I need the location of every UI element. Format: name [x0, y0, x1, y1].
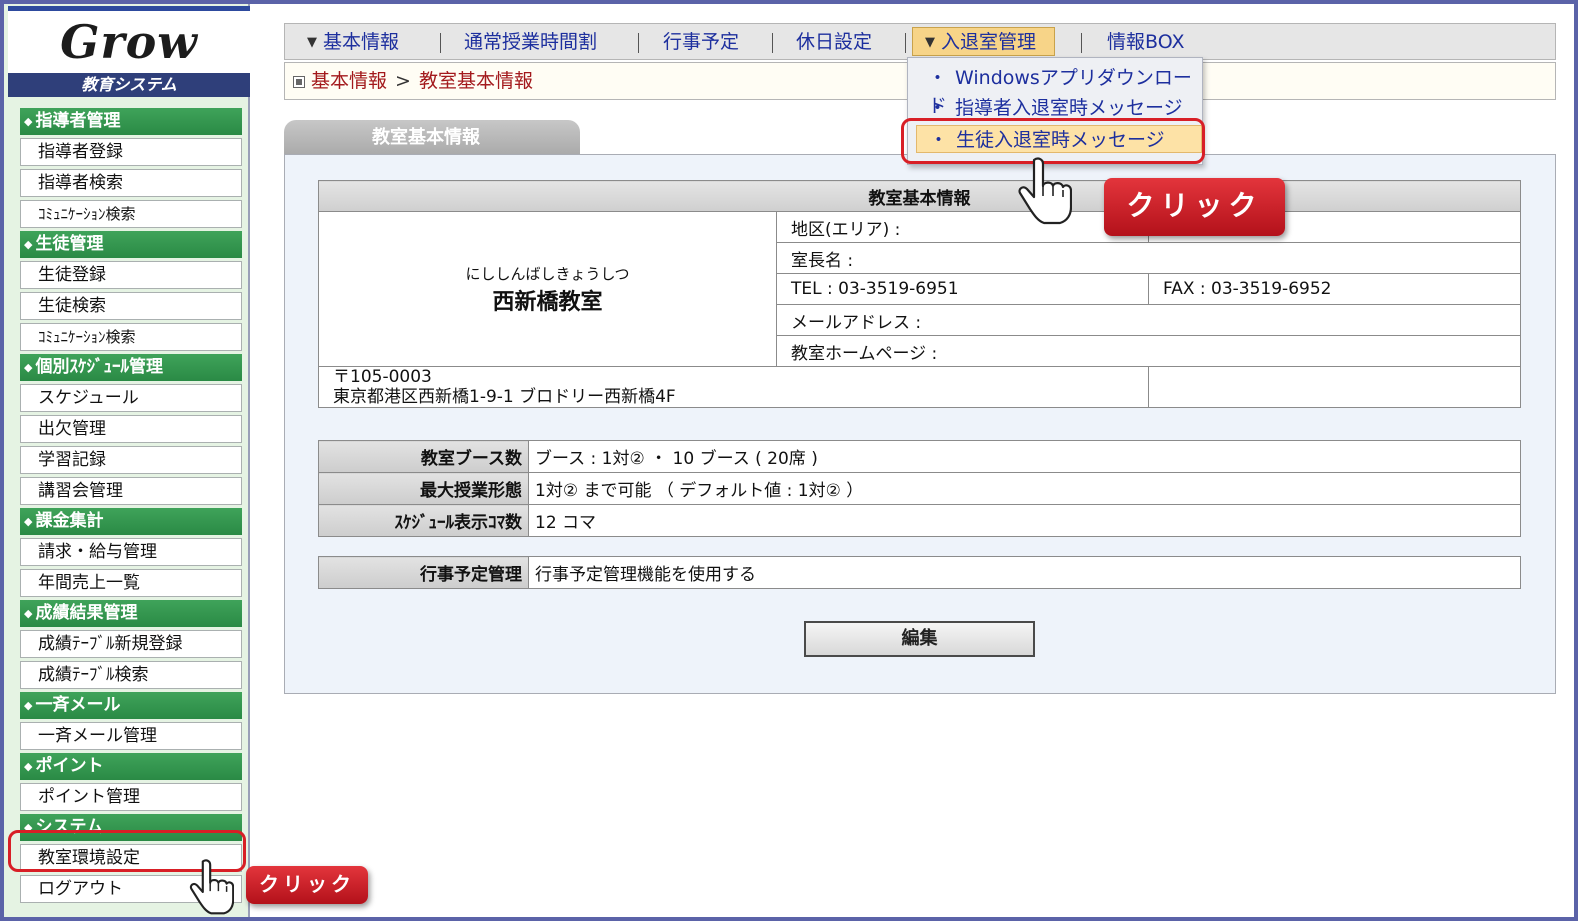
diamond-icon: ◆: [24, 699, 33, 712]
nav-divider: [772, 33, 773, 53]
pointer-hand-icon: [189, 859, 234, 915]
menu-section-instructor: ◆ 指導者管理: [20, 108, 242, 135]
nav-divider: [905, 33, 906, 53]
sidebar-item-schedule[interactable]: スケジュール: [20, 384, 242, 412]
diamond-icon: ◆: [24, 760, 33, 773]
menu-section-points: ◆ ポイント: [20, 753, 242, 780]
sidebar-item-seminar[interactable]: 講習会管理: [20, 477, 242, 505]
logo-brand: Grow: [60, 15, 198, 69]
click-callout-dropdown: クリック: [1104, 178, 1285, 236]
sidebar-item-billing-payroll[interactable]: 請求・給与管理: [20, 538, 242, 566]
school-name-cell: にししんばしきょうしつ 西新橋教室: [318, 211, 777, 367]
tab-info-box[interactable]: 情報BOX: [1107, 24, 1184, 59]
classroom-info-table: 教室基本情報 にししんばしきょうしつ 西新橋教室 地区(エリア) : 室長名 :…: [318, 180, 1521, 408]
menu-section-student: ◆ 生徒管理: [20, 231, 242, 258]
school-kana: にししんばしきょうしつ: [465, 264, 630, 283]
tab-events[interactable]: 行事予定: [663, 24, 739, 59]
fax-value: FAX : 03-3519-6952: [1148, 273, 1521, 305]
top-nav: ▼ 基本情報 通常授業時間割 行事予定 休日設定 ▼ 入退室管理 情報BOX: [284, 23, 1556, 60]
sidebar-item-study-record[interactable]: 学習記録: [20, 446, 242, 474]
sidebar-item-grade-table-search[interactable]: 成績ﾃｰﾌﾞﾙ検索: [20, 661, 242, 689]
logo: Grow 教育システム: [8, 6, 250, 97]
max-class-format-value: 1対② まで可能 （ デフォルト値 : 1対② ）: [528, 472, 1521, 505]
table-row: 最大授業形態 1対② まで可能 （ デフォルト値 : 1対② ）: [318, 472, 1521, 505]
diamond-icon: ◆: [24, 607, 33, 620]
booth-count-label: 教室ブース数: [318, 440, 529, 473]
dropdown-item-windows-app[interactable]: ・ Windowsアプリダウンロード: [916, 64, 1202, 117]
tab-regular-timetable[interactable]: 通常授業時間割: [464, 24, 597, 59]
square-bullet-icon: [293, 76, 305, 88]
sidebar-item-instructor-register[interactable]: 指導者登録: [20, 138, 242, 166]
diamond-icon: ◆: [24, 361, 33, 374]
sidebar-item-instructor-search[interactable]: 指導者検索: [20, 169, 242, 197]
schedule-slots-value: 12 コマ: [528, 504, 1521, 537]
max-class-format-label: 最大授業形態: [318, 472, 529, 505]
address-line: 東京都港区西新橋1-9-1 ブロドリー西新橋4F: [333, 387, 676, 407]
diamond-icon: ◆: [24, 515, 33, 528]
sidebar-item-points[interactable]: ポイント管理: [20, 783, 242, 811]
table-row: ｽｹｼﾞｭｰﾙ表示ｺﾏ数 12 コマ: [318, 504, 1521, 537]
info-table-header: 教室基本情報: [318, 180, 1521, 212]
sidebar-item-instructor-comm-search[interactable]: ｺﾐｭﾆｹｰｼｮﾝ検索: [20, 200, 242, 228]
sidebar: Grow 教育システム ◆ 指導者管理 指導者登録 指導者検索 ｺﾐｭﾆｹｰｼｮﾝ…: [4, 4, 250, 917]
panel-tab: 教室基本情報: [284, 120, 580, 156]
logo-subtitle: 教育システム: [8, 73, 250, 97]
event-management-label: 行事予定管理: [318, 556, 529, 589]
sidebar-item-annual-sales[interactable]: 年間売上一覧: [20, 569, 242, 597]
breadcrumb-separator: >: [395, 70, 411, 92]
menu-section-bulk-mail: ◆ 一斉メール: [20, 692, 242, 719]
tab-entry-exit[interactable]: ▼ 入退室管理: [912, 27, 1056, 56]
postal-code: 〒105-0003: [333, 367, 432, 387]
sidebar-item-grade-table-new[interactable]: 成績ﾃｰﾌﾞﾙ新規登録: [20, 630, 242, 658]
area-label: 地区(エリア) :: [776, 211, 1149, 243]
tel-value: TEL : 03-3519-6951: [776, 273, 1149, 305]
address-cell: 〒105-0003 東京都港区西新橋1-9-1 ブロドリー西新橋4F: [318, 366, 1149, 408]
tab-holidays[interactable]: 休日設定: [796, 24, 872, 59]
schedule-slots-label: ｽｹｼﾞｭｰﾙ表示ｺﾏ数: [318, 504, 529, 537]
tab-basic-info[interactable]: ▼ 基本情報: [307, 24, 399, 59]
event-management-value: 行事予定管理機能を使用する: [528, 556, 1521, 589]
double-chevron-down-icon: ▼: [307, 35, 317, 50]
sidebar-item-student-comm-search[interactable]: ｺﾐｭﾆｹｰｼｮﾝ検索: [20, 323, 242, 351]
sidebar-item-attendance[interactable]: 出欠管理: [20, 415, 242, 443]
nav-divider: [1081, 33, 1082, 53]
sidebar-item-student-register[interactable]: 生徒登録: [20, 261, 242, 289]
double-chevron-down-icon: ▼: [925, 35, 935, 50]
breadcrumb-parent[interactable]: 基本情報: [311, 70, 387, 92]
sidebar-item-student-search[interactable]: 生徒検索: [20, 292, 242, 320]
sidebar-item-bulk-mail[interactable]: 一斉メール管理: [20, 722, 242, 750]
edit-button[interactable]: 編集: [804, 621, 1035, 657]
nav-divider: [440, 33, 441, 53]
sidebar-menu: ◆ 指導者管理 指導者登録 指導者検索 ｺﾐｭﾆｹｰｼｮﾝ検索 ◆ 生徒管理 生徒登…: [20, 108, 242, 906]
click-callout-sidebar: クリック: [246, 866, 368, 904]
diamond-icon: ◆: [24, 238, 33, 251]
booth-count-value: ブース : 1対② ・ 10 ブース ( 20席 ): [528, 440, 1521, 473]
address-side-cell: [1148, 366, 1521, 408]
diamond-icon: ◆: [24, 115, 33, 128]
menu-section-billing: ◆ 課金集計: [20, 508, 242, 535]
head-label: 室長名 :: [776, 242, 1521, 274]
table-row: 行事予定管理 行事予定管理機能を使用する: [318, 556, 1521, 589]
school-name: 西新橋教室: [492, 289, 603, 315]
table-row: 教室ブース数 ブース : 1対② ・ 10 ブース ( 20席 ): [318, 440, 1521, 473]
homepage-label: 教室ホームページ :: [776, 335, 1521, 367]
email-label: メールアドレス :: [776, 304, 1521, 336]
event-settings-table: 行事予定管理 行事予定管理機能を使用する: [318, 556, 1521, 589]
menu-section-schedule: ◆ 個別ｽｹｼﾞｭｰﾙ管理: [20, 354, 242, 381]
booth-settings-table: 教室ブース数 ブース : 1対② ・ 10 ブース ( 20席 ) 最大授業形態…: [318, 440, 1521, 537]
breadcrumb-current: 教室基本情報: [418, 70, 533, 92]
pointer-hand-icon: [1018, 157, 1072, 225]
menu-section-grades: ◆ 成績結果管理: [20, 600, 242, 627]
nav-divider: [638, 33, 639, 53]
